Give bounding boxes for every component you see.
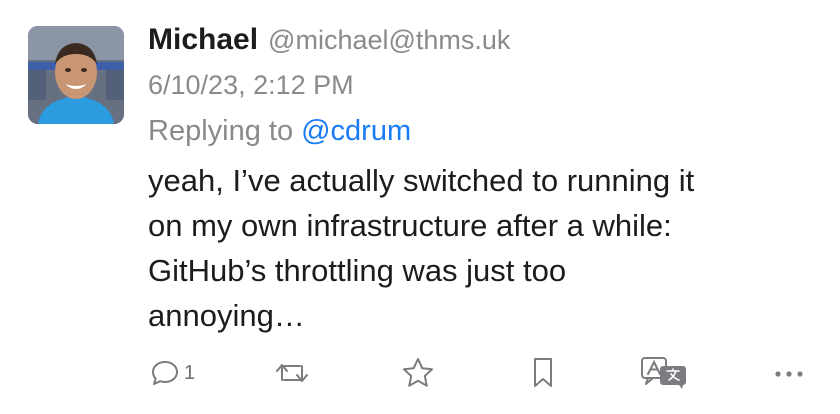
reply-icon xyxy=(150,358,180,388)
bookmark-icon xyxy=(530,356,556,390)
post-timestamp[interactable]: 6/10/23, 2:12 PM xyxy=(148,65,354,105)
reply-count: 1 xyxy=(184,362,196,384)
post-body-line: GitHub’s throttling was just too xyxy=(148,253,567,288)
translate-icon xyxy=(638,355,692,391)
post: Michael @michael@thms.uk 6/10/23, 2:12 PM… xyxy=(0,0,840,414)
post-body-line: on my own infrastructure after a while: xyxy=(148,208,672,243)
more-button[interactable] xyxy=(772,350,806,396)
post-body-line: yeah, I’ve actually switched to running … xyxy=(148,163,695,198)
translate-button[interactable] xyxy=(638,350,692,396)
more-icon xyxy=(772,358,806,388)
boost-icon xyxy=(272,358,312,388)
author-display-name[interactable]: Michael xyxy=(148,23,258,56)
post-header: Michael @michael@thms.uk xyxy=(148,20,510,65)
action-bar: 1 xyxy=(0,350,840,396)
bookmark-button[interactable] xyxy=(530,350,556,396)
favourite-icon xyxy=(400,356,436,390)
favourite-button[interactable] xyxy=(400,350,436,396)
boost-button[interactable] xyxy=(272,350,312,396)
avatar[interactable] xyxy=(28,26,124,124)
reply-context-prefix: Replying to xyxy=(148,115,294,147)
post-body: yeah, I’ve actually switched to running … xyxy=(148,158,818,338)
post-body-line: annoying… xyxy=(148,298,305,333)
reply-context: Replying to @cdrum xyxy=(148,110,411,152)
reply-button[interactable]: 1 xyxy=(150,350,195,396)
author-handle[interactable]: @michael@thms.uk xyxy=(268,25,510,55)
reply-mention-link[interactable]: @cdrum xyxy=(301,115,411,147)
